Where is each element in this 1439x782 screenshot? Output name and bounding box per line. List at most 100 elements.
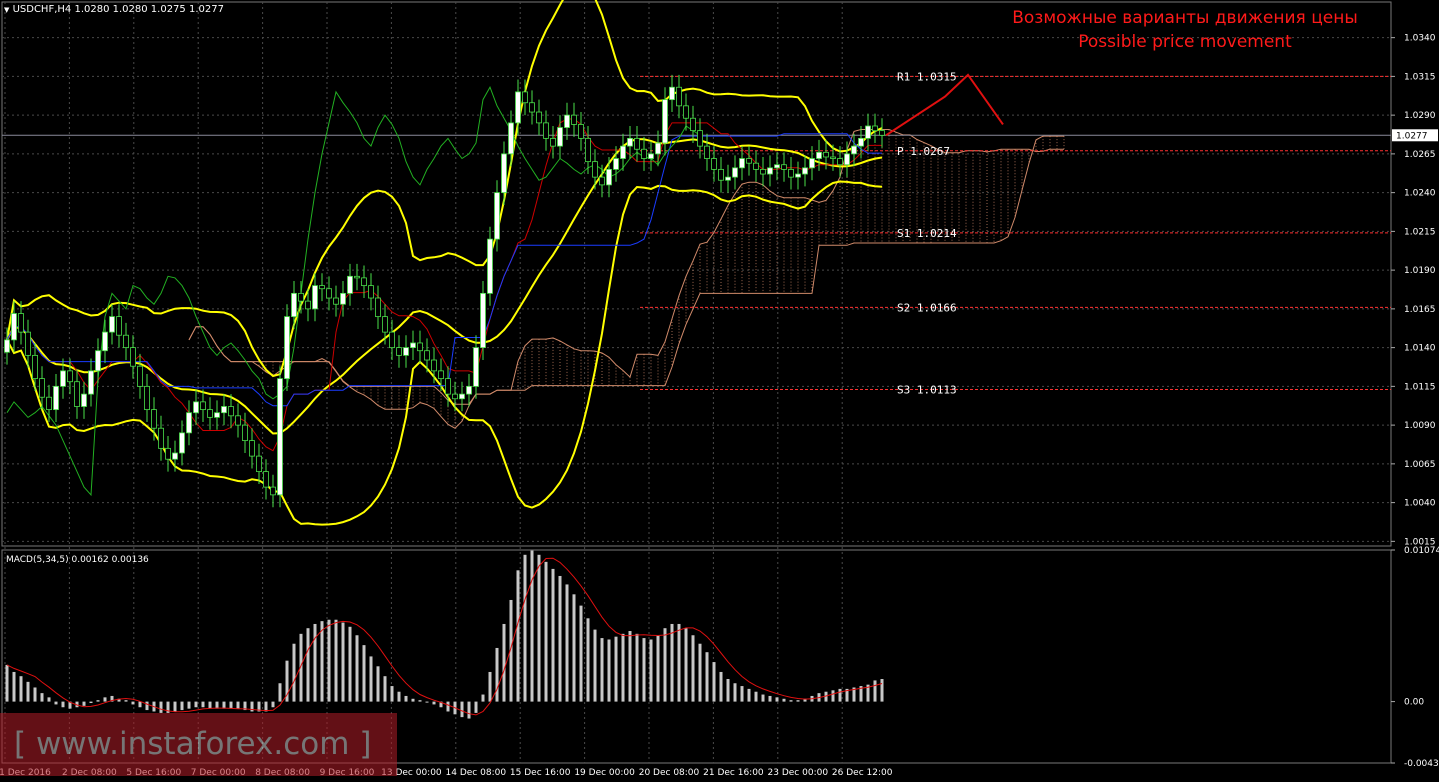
macd-histogram-bar (411, 698, 415, 702)
macd-histogram-bar (215, 701, 219, 709)
macd-histogram-bar (628, 631, 632, 702)
time-tick-label: 19 Dec 00:00 (574, 768, 635, 778)
macd-histogram-bar (138, 701, 142, 708)
bear-candle (424, 350, 430, 361)
bear-candle (74, 381, 80, 407)
macd-histogram-bar (572, 594, 576, 702)
bear-candle (641, 148, 647, 159)
bear-candle (32, 354, 38, 380)
bear-candle (25, 331, 31, 356)
annotation-en: Possible price movement (1078, 32, 1292, 52)
bear-candle (319, 285, 325, 290)
macd-histogram-bar (684, 628, 688, 702)
triangle-down-icon[interactable]: ▼ (4, 6, 9, 14)
bear-candle (256, 455, 262, 473)
symbol-title: USDCHF,H4 (12, 4, 72, 15)
macd-histogram-bar (621, 633, 625, 702)
macd-histogram-bar (705, 652, 709, 702)
pivot-label-s2: S2 1.0166 (897, 301, 957, 314)
bear-candle (67, 370, 73, 383)
macd-histogram-bar (831, 690, 835, 702)
price-tick-label: 1.0140 (1404, 344, 1436, 354)
bull-candle (739, 158, 745, 169)
bear-candle (228, 406, 234, 417)
macd-histogram-bar (194, 701, 198, 708)
macd-histogram-bar (530, 550, 534, 702)
macd-histogram-bar (698, 643, 702, 702)
macd-histogram-bar (390, 686, 394, 702)
price-tick-label: 1.0290 (1404, 111, 1436, 121)
pivot-label-s1: S1 1.0214 (897, 227, 957, 240)
macd-histogram-bar (271, 701, 275, 708)
bull-candle (627, 137, 633, 147)
bull-candle (620, 145, 626, 159)
macd-histogram-bar (565, 584, 569, 702)
macd-histogram-bar (537, 554, 541, 702)
macd-histogram-bar (432, 701, 436, 705)
macd-histogram-bar (348, 626, 352, 702)
macd-histogram-bar (754, 691, 758, 702)
bull-candle (102, 331, 108, 352)
bull-candle (466, 385, 472, 395)
macd-histogram-bar (61, 701, 65, 708)
macd-histogram-bar (838, 688, 842, 702)
macd-histogram-bar (642, 638, 646, 702)
bear-candle (200, 401, 206, 411)
bear-candle (382, 316, 388, 333)
bull-candle (774, 164, 780, 169)
macd-histogram-bar (670, 623, 674, 702)
bear-candle (270, 486, 276, 496)
bear-candle (431, 359, 437, 372)
macd-title: MACD(5,34,5) 0.00162 0.00136 (6, 555, 149, 565)
macd-histogram-bar (33, 687, 37, 702)
pivot-label-p: P 1.0267 (897, 145, 950, 158)
price-tick-label: 1.0215 (1404, 227, 1436, 237)
bear-candle (711, 158, 717, 170)
bear-candle (529, 102, 535, 113)
bear-candle (130, 347, 136, 367)
bear-candle (718, 168, 724, 181)
bull-candle (809, 158, 815, 169)
macd-histogram-bar (369, 656, 373, 702)
price-tick-label: 1.0240 (1404, 189, 1436, 199)
bull-candle (403, 347, 409, 356)
bear-candle (137, 365, 143, 387)
macd-histogram-bar (579, 605, 583, 702)
bull-candle (284, 316, 290, 380)
macd-histogram-bar (502, 623, 506, 702)
bull-candle (732, 167, 738, 178)
price-tick-label: 1.0090 (1404, 421, 1436, 431)
bull-candle (95, 350, 101, 372)
bear-candle (830, 156, 836, 159)
macd-histogram-bar (880, 679, 884, 702)
bull-candle (11, 313, 17, 341)
price-chart[interactable]: 1.0340 1.0315 1.0290 1.0265 1.0240 1.0215 1.01… (0, 0, 1439, 782)
bull-candle (186, 412, 192, 434)
macd-histogram-bar (600, 638, 604, 702)
bear-candle (690, 117, 696, 132)
bull-candle (816, 151, 822, 159)
bull-candle (340, 292, 346, 305)
bear-candle (158, 427, 164, 449)
bull-candle (214, 412, 220, 418)
bear-candle (543, 122, 549, 139)
bull-candle (515, 91, 521, 124)
macd-histogram-bar (481, 694, 485, 702)
macd-histogram-bar (467, 701, 471, 719)
macd-histogram-bar (131, 701, 135, 705)
macd-histogram-bar (768, 695, 772, 702)
bear-candle (823, 151, 829, 158)
macd-histogram-bar (460, 701, 464, 718)
macd-histogram-bar (397, 691, 401, 702)
macd-histogram-bar (376, 666, 380, 702)
bull-candle (725, 176, 731, 181)
bull-candle (172, 452, 178, 460)
bull-candle (865, 125, 871, 139)
bear-candle (305, 300, 311, 310)
bear-candle (354, 275, 360, 279)
bear-candle (697, 130, 703, 147)
bull-candle (557, 127, 563, 147)
macd-histogram-bar (635, 633, 639, 702)
current-price-label: 1.0277 (1396, 131, 1428, 141)
tenkan-line (6, 118, 882, 452)
